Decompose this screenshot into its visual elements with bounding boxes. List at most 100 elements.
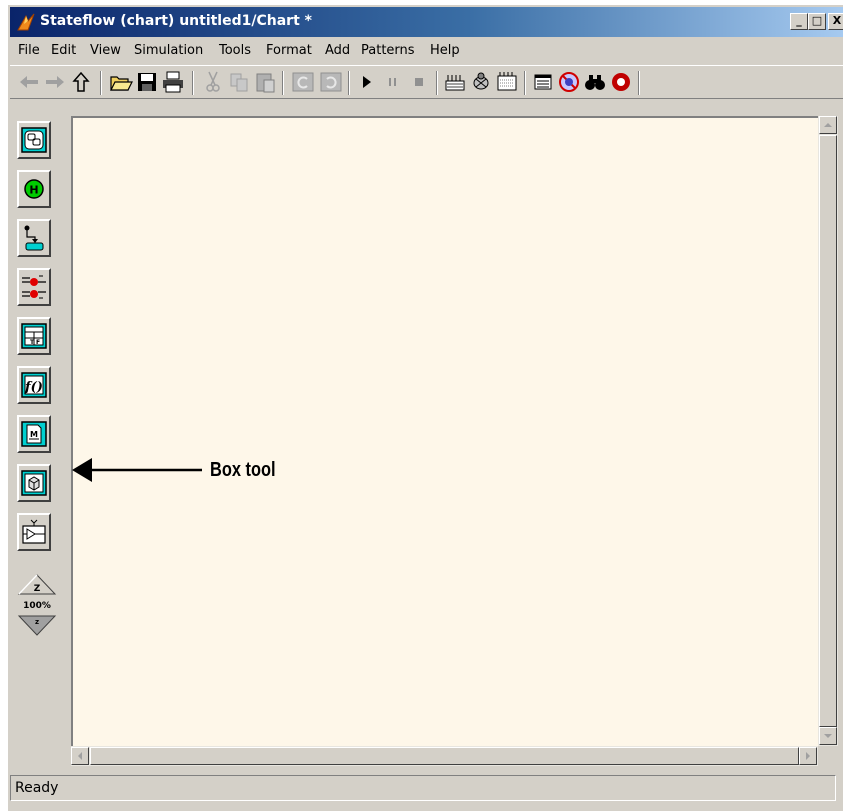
scroll-right-icon [806,752,810,760]
paste-button[interactable] [252,69,278,95]
scroll-up-icon [824,123,832,127]
back-button[interactable] [16,69,42,95]
find-button[interactable] [582,69,608,95]
window-title: Stateflow (chart) untitled1/Chart * [40,13,312,29]
minimize-button[interactable]: _ [790,13,808,30]
pause-button[interactable] [380,69,406,95]
status-text: Ready [15,780,59,796]
menu-tools[interactable]: Tools [219,43,251,58]
simulink-function-tool-button[interactable] [17,513,51,551]
find-icon [585,75,605,90]
default-transition-tool-button[interactable] [17,219,51,257]
embedded-function-tool-button[interactable]: M [17,415,51,453]
truth-table-tool-button[interactable]: T F [17,317,51,355]
debug-button[interactable] [468,69,494,95]
open-button[interactable] [108,69,134,95]
menu-add[interactable]: Add [325,43,350,58]
menu-help[interactable]: Help [430,43,460,58]
back-icon [20,76,38,88]
forward-button[interactable] [42,69,68,95]
menu-patterns[interactable]: Patterns [361,43,415,58]
state-tool-button[interactable] [17,121,51,159]
maximize-icon: □ [811,14,823,27]
breakpoint-icon [612,73,630,91]
horizontal-scroll-thumb[interactable] [90,747,799,765]
up-button[interactable] [68,69,94,95]
print-button[interactable] [160,69,186,95]
svg-text:z: z [35,618,39,626]
annotation-arrow-icon [72,458,202,482]
menu-edit[interactable]: Edit [51,43,76,58]
embedded-function-icon: M [21,421,47,447]
toolbar-separator [192,71,194,95]
scroll-left-icon [78,752,82,760]
parameters-button[interactable] [494,69,520,95]
zoom-control: Z z 100% [17,574,57,636]
connective-junction-tool-button[interactable] [17,268,51,306]
scroll-down-button[interactable] [819,727,837,745]
graphical-function-tool-button[interactable]: f() [17,366,51,404]
toolbar-separator [348,71,350,95]
scroll-right-button[interactable] [799,747,817,765]
build-button[interactable] [442,69,468,95]
chart-canvas[interactable] [71,116,818,746]
up-icon [72,71,90,92]
save-button[interactable] [134,69,160,95]
history-junction-tool-button[interactable]: H [17,170,51,208]
undo-button[interactable] [290,69,316,95]
history-junction-icon: H [24,179,44,199]
scroll-corner [818,746,838,766]
undo-icon [292,72,314,92]
pause-icon [389,78,396,86]
graphical-function-icon: f() [21,372,47,398]
toolbar-separator [282,71,284,95]
scroll-left-button[interactable] [71,747,89,765]
simulink-function-icon [22,519,46,544]
zoom-in-button[interactable]: Z [17,574,57,595]
build-icon [445,75,465,91]
menu-bar: File Edit View Simulation Tools Format A… [10,39,843,61]
toolbar-separator [436,71,438,95]
menu-file[interactable]: File [18,43,40,58]
status-bar: Ready [10,775,836,801]
toolbar-separator [638,71,640,95]
play-icon [363,76,371,88]
cut-button[interactable] [200,69,226,95]
forward-icon [46,76,64,88]
stop-icon [415,78,423,86]
toolbar [10,65,843,99]
svg-text:M: M [30,430,38,439]
explorer-button[interactable] [530,69,556,95]
breakpoint-button[interactable] [608,69,634,95]
scroll-up-button[interactable] [819,116,837,134]
tool-palette: H T F f() M Z z 100% [10,116,70,762]
box-tool-button[interactable] [17,464,51,502]
cut-icon [206,71,220,92]
svg-text:Z: Z [34,584,41,594]
scroll-down-icon [824,734,832,738]
menu-simulation[interactable]: Simulation [134,43,203,58]
maximize-button[interactable]: □ [808,13,826,30]
close-icon: X [832,14,842,27]
parameters-icon [497,72,517,91]
redo-icon [320,72,342,92]
zoom-level-label: 100% [23,601,51,611]
menu-view[interactable]: View [90,43,121,58]
toolbar-separator [524,71,526,95]
play-button[interactable] [354,69,380,95]
copy-button[interactable] [226,69,252,95]
default-transition-icon [24,225,44,251]
stop-button[interactable] [406,69,432,95]
zoom-out-button[interactable]: z [17,615,57,636]
box-tool-icon [21,470,47,496]
svg-text:f(): f() [24,380,43,395]
redo-button[interactable] [318,69,344,95]
horizontal-scrollbar[interactable] [71,746,818,766]
connective-junction-icon [22,275,46,299]
vertical-scrollbar[interactable] [818,116,838,746]
close-button[interactable]: X [828,13,843,30]
menu-format[interactable]: Format [266,43,312,58]
vertical-scroll-thumb[interactable] [819,135,837,727]
title-bar[interactable]: Stateflow (chart) untitled1/Chart * _ □ … [10,7,843,37]
target-button[interactable] [556,69,582,95]
